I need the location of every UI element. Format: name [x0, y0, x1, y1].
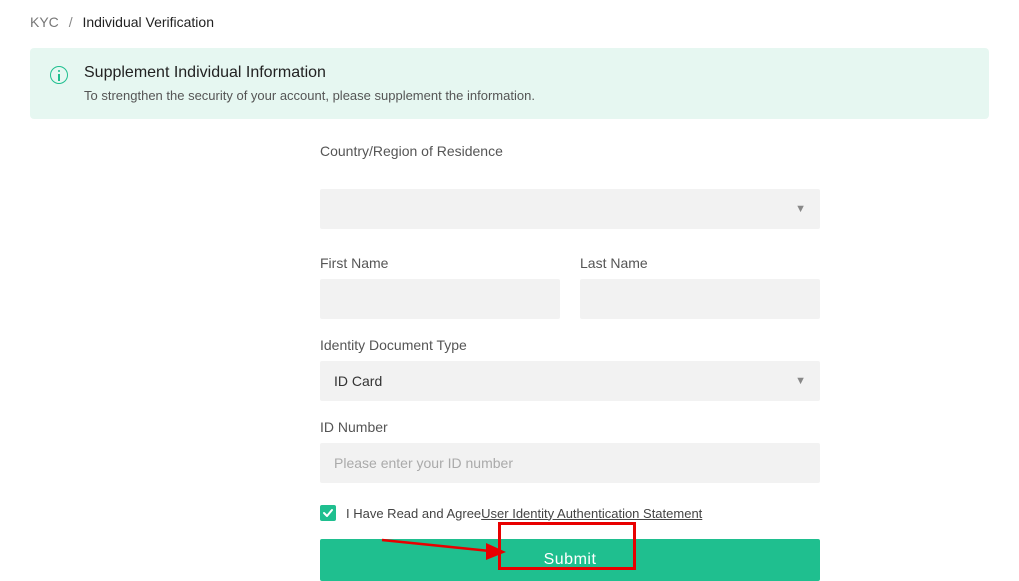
- last-name-input[interactable]: [580, 279, 820, 319]
- first-name-label: First Name: [320, 255, 560, 271]
- agree-checkbox[interactable]: [320, 505, 336, 521]
- banner-subtitle: To strengthen the security of your accou…: [84, 88, 535, 103]
- country-select[interactable]: ▼: [320, 189, 820, 229]
- doc-type-label: Identity Document Type: [320, 337, 820, 353]
- agree-row: I Have Read and AgreeUser Identity Authe…: [320, 505, 820, 521]
- check-icon: [322, 507, 334, 519]
- info-icon: [50, 66, 68, 84]
- id-number-input[interactable]: [320, 443, 820, 483]
- id-number-field-group: ID Number: [320, 419, 820, 483]
- id-number-label: ID Number: [320, 419, 820, 435]
- country-field-group: Country/Region of Residence ▼: [320, 143, 820, 229]
- name-row: First Name Last Name: [320, 255, 820, 319]
- submit-label: Submit: [544, 551, 597, 569]
- submit-button[interactable]: Submit: [320, 539, 820, 581]
- breadcrumb-parent[interactable]: KYC: [30, 14, 59, 30]
- agree-prefix: I Have Read and Agree: [346, 506, 481, 521]
- doc-type-field-group: Identity Document Type ID Card ▼: [320, 337, 820, 401]
- last-name-label: Last Name: [580, 255, 820, 271]
- chevron-down-icon: ▼: [795, 203, 806, 215]
- agree-link[interactable]: User Identity Authentication Statement: [481, 506, 702, 521]
- chevron-down-icon: ▼: [795, 375, 806, 387]
- info-banner: Supplement Individual Information To str…: [30, 48, 989, 119]
- country-label: Country/Region of Residence: [320, 143, 820, 159]
- breadcrumb-separator: /: [69, 14, 73, 30]
- first-name-input[interactable]: [320, 279, 560, 319]
- banner-title: Supplement Individual Information: [84, 64, 535, 82]
- verification-form: Country/Region of Residence ▼ First Name…: [320, 143, 820, 581]
- doc-type-select[interactable]: ID Card ▼: [320, 361, 820, 401]
- doc-type-select-value: ID Card: [334, 373, 382, 389]
- breadcrumb-current: Individual Verification: [82, 14, 214, 30]
- breadcrumb: KYC / Individual Verification: [30, 14, 989, 30]
